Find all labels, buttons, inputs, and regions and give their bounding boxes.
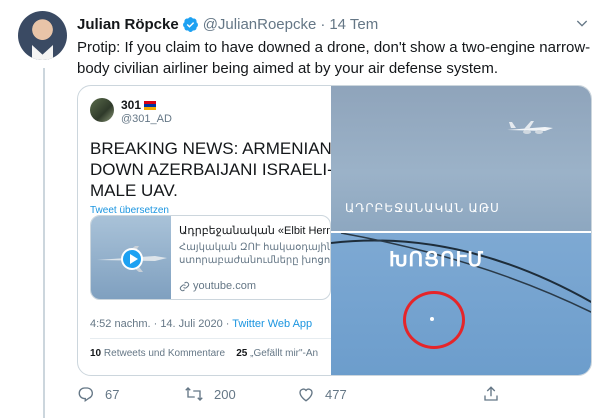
like-count: 477 — [325, 386, 347, 402]
youtube-card[interactable]: Ադրբեջանական «Elbit Hermes Հայկական ԶՈՒ … — [90, 215, 331, 300]
retweets-count[interactable]: 10 — [90, 348, 101, 359]
quoted-author-label: 301 — [121, 98, 142, 112]
tweet-text: Protip: If you claim to have downed a dr… — [77, 39, 591, 77]
author-name[interactable]: Julian Röpcke — [77, 16, 179, 33]
media-caption-2: ԽՈՑՈՒՄ — [389, 249, 485, 271]
retweet-icon — [185, 387, 203, 401]
retweet-button[interactable]: 200 — [184, 385, 236, 403]
retweets-label[interactable]: Retweets und Kommentare — [104, 348, 225, 359]
play-icon[interactable] — [121, 248, 143, 270]
quoted-stats: 10 Retweets und Kommentare 25 „Gefällt m… — [90, 348, 318, 359]
quoted-tweet-content: 301 @301_AD BREAKING NEWS: ARMENIAN AIR … — [78, 86, 381, 375]
quoted-source[interactable]: Twitter Web App — [232, 318, 312, 330]
media-photo-target[interactable]: ԽՈՑՈՒՄ — [331, 233, 591, 375]
separator: · — [320, 15, 326, 33]
quoted-avatar — [90, 98, 114, 122]
like-button[interactable]: 477 — [297, 385, 347, 403]
quoted-timestamp: 4:52 nachm. · 14. Juli 2020 · Twitter We… — [90, 318, 312, 330]
likes-count[interactable]: 25 — [236, 348, 247, 359]
reply-button[interactable]: 67 — [77, 385, 119, 403]
chevron-down-icon[interactable] — [574, 15, 590, 31]
video-thumbnail — [91, 216, 171, 299]
verified-badge-icon — [182, 16, 198, 32]
tweet-actions: 67 200 477 — [77, 385, 527, 405]
quoted-author-handle: @301_AD — [121, 113, 172, 125]
link-icon — [179, 281, 190, 291]
heart-icon — [299, 388, 313, 402]
reply-icon — [78, 387, 93, 403]
quoted-tweet[interactable]: 301 @301_AD BREAKING NEWS: ARMENIAN AIR … — [77, 85, 592, 376]
thread-line — [43, 68, 45, 418]
media-grid: ԱԴՐԲԵՋԱՆԱԿԱՆ ԱԹՍ ԽՈՑՈՒՄ — [331, 86, 591, 375]
armenia-flag-icon — [144, 100, 157, 110]
retweet-count: 200 — [214, 386, 236, 402]
card-description: Հայկական ԶՈՒ հակաօդային ւ ստորաբաժանումն… — [179, 242, 331, 266]
avatar[interactable] — [18, 11, 67, 60]
card-link-label: youtube.com — [193, 280, 256, 292]
media-photo-airliner[interactable]: ԱԴՐԲԵՋԱՆԱԿԱՆ ԱԹՍ — [331, 86, 591, 231]
tweet-date[interactable]: 14 Tem — [329, 16, 378, 33]
quoted-time: 4:52 nachm. · 14. Juli 2020 · — [90, 318, 233, 330]
author-handle[interactable]: @JulianRoepcke — [203, 16, 317, 33]
likes-label[interactable]: „Gefällt mir"-An — [250, 348, 318, 359]
quoted-author-name: 301 — [121, 98, 157, 112]
card-link: youtube.com — [179, 280, 256, 292]
share-button[interactable] — [482, 385, 510, 403]
share-icon — [484, 386, 498, 401]
target-circle — [403, 291, 465, 349]
media-caption-1: ԱԴՐԲԵՋԱՆԱԿԱՆ ԱԹՍ — [345, 201, 500, 215]
tweet-header: Julian Röpcke @JulianRoepcke · 14 Tem — [77, 13, 590, 35]
card-title: Ադրբեջանական «Elbit Hermes — [179, 225, 331, 237]
divider — [90, 338, 331, 339]
reply-count: 67 — [105, 386, 120, 402]
